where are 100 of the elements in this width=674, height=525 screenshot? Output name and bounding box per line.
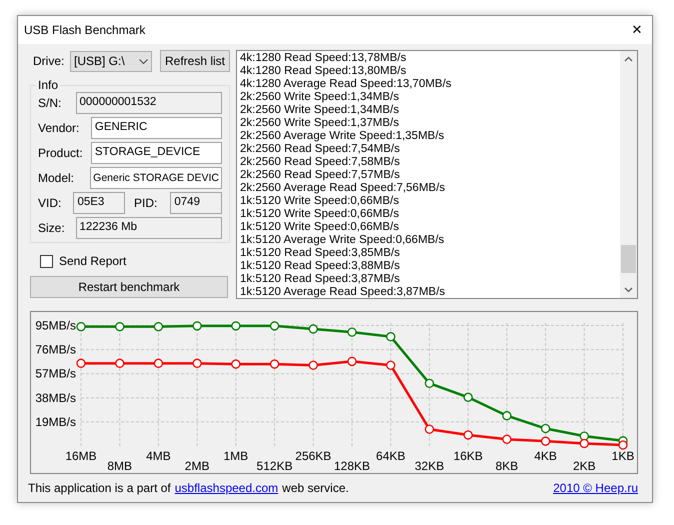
data-point [308, 324, 318, 334]
data-point [618, 440, 628, 450]
x-axis-label: 16MB [65, 449, 97, 463]
data-point [154, 358, 164, 368]
x-axis-label: 2KB [572, 459, 596, 473]
field-label: Model: [38, 170, 76, 187]
data-point [192, 321, 202, 331]
log-line: 2k:2560 Average Write Speed:1,35MB/s [240, 130, 444, 143]
x-axis-label: 16KB [453, 449, 483, 463]
website-link[interactable]: usbflashspeed.com [174, 479, 278, 497]
checkbox-label: Send Report [59, 253, 126, 270]
window-title: USB Flash Benchmark [23, 22, 146, 39]
data-point [76, 322, 86, 332]
data-point [231, 321, 240, 331]
restart-button[interactable]: Restart benchmark [30, 276, 228, 298]
field-label: VID: [38, 195, 62, 212]
log-line: 1k:5120 Average Write Speed:0,66MB/s [240, 234, 444, 247]
data-point [270, 359, 280, 369]
field-label: S/N: [38, 95, 62, 112]
data-point [424, 378, 434, 388]
data-point [580, 431, 589, 441]
data-point [270, 321, 280, 331]
data-point [308, 360, 318, 370]
x-axis-label: 4KB [534, 449, 557, 463]
scrollbar-thumb[interactable] [621, 244, 636, 272]
text-field[interactable]: STORAGE_DEVICE [90, 142, 222, 164]
field-label: Vendor: [38, 120, 80, 137]
log-line: 1k:5120 Read Speed:3,88MB/s [240, 260, 400, 273]
log-line: 2k:2560 Write Speed:1,37MB/s [240, 117, 399, 130]
text-field[interactable]: 0749 [170, 192, 222, 214]
log-line: 4k:1280 Read Speed:13,80MB/s [240, 65, 406, 78]
text-field[interactable]: 000000001532 [76, 92, 222, 114]
data-point [115, 322, 124, 332]
data-point [464, 430, 473, 440]
log-line: 1k:5120 Write Speed:0,66MB/s [240, 208, 399, 221]
y-axis-label: 38MB/s [35, 390, 76, 405]
drive-label: Drive: [32, 53, 66, 70]
checkbox[interactable] [40, 254, 53, 268]
scrollbar[interactable] [620, 51, 637, 298]
footer-text: web service. [282, 480, 349, 497]
x-axis-label: 256KB [295, 449, 332, 463]
x-axis-label: 128KB [334, 459, 370, 473]
log-line: 2k:2560 Read Speed:7,58MB/s [240, 156, 400, 169]
text-field[interactable]: 122236 Mb [76, 217, 222, 239]
log-line: 2k:2560 Write Speed:1,34MB/s [240, 104, 399, 117]
log-line: 2k:2560 Read Speed:7,57MB/s [240, 169, 400, 182]
log-line: 1k:5120 Read Speed:3,85MB/s [240, 247, 400, 260]
x-axis-label: 4MB [146, 449, 171, 463]
data-point [192, 358, 202, 368]
log-line: 4k:1280 Average Read Speed:13,70MB/s [240, 78, 452, 91]
data-point [386, 332, 396, 342]
data-point [154, 322, 164, 332]
data-point [386, 360, 396, 370]
field-label: PID: [134, 195, 158, 212]
text-field[interactable]: 05E3 [73, 192, 126, 214]
log-list[interactable] [236, 50, 638, 299]
log-line: 4k:1280 Read Speed:13,78MB/s [240, 52, 406, 65]
chevron-down-icon [139, 58, 148, 64]
x-axis-label: 8MB [107, 459, 132, 473]
data-point [464, 392, 473, 402]
data-point [424, 424, 434, 434]
log-line: 2k:2560 Average Read Speed:7,56MB/s [240, 182, 446, 195]
x-axis-label: 64KB [376, 449, 406, 463]
log-line: 1k:5120 Average Read Speed:3,87MB/s [240, 286, 446, 298]
data-point [347, 327, 357, 337]
y-axis-label: 19MB/s [35, 414, 76, 429]
footer-text: This application is a part of [28, 480, 171, 497]
data-point [502, 411, 512, 420]
x-axis-label: 512KB [256, 459, 293, 473]
group-title: Info [36, 78, 60, 92]
data-point [231, 359, 240, 369]
y-axis-label: 95MB/s [35, 318, 76, 333]
data-point [540, 424, 550, 434]
x-axis-label: 1MB [224, 449, 248, 463]
x-axis-label: 32KB [414, 459, 444, 473]
log-line: 2k:2560 Read Speed:7,54MB/s [240, 143, 400, 156]
refresh-button[interactable]: Refresh list [160, 50, 230, 72]
data-point [76, 358, 86, 368]
x-axis-label: 8KB [496, 459, 518, 473]
text-field[interactable]: Generic STORAGE DEVIC [90, 167, 222, 189]
data-point [540, 436, 550, 446]
log-line: 2k:2560 Write Speed:1,34MB/s [240, 91, 399, 104]
credit-link[interactable]: 2010 © Heep.ru [553, 479, 638, 497]
log-line: 1k:5120 Write Speed:0,66MB/s [240, 195, 399, 208]
x-axis-label: 2MB [184, 459, 210, 473]
log-line: 1k:5120 Read Speed:3,87MB/s [240, 273, 400, 286]
field-label: Size: [38, 220, 66, 237]
data-point [115, 358, 124, 368]
y-axis-label: 57MB/s [35, 366, 76, 381]
text-field[interactable]: GENERIC [90, 117, 222, 139]
data-point [502, 434, 512, 444]
field-label: Product: [38, 145, 84, 162]
close-button[interactable]: ✕ [622, 16, 652, 44]
drive-dropdown[interactable]: [USB] G:\ [70, 50, 152, 72]
x-axis-label: 1KB [612, 449, 634, 463]
data-point [347, 356, 357, 366]
y-axis-label: 76MB/s [35, 342, 76, 357]
log-line: 1k:5120 Write Speed:0,66MB/s [240, 221, 399, 234]
data-point [580, 438, 589, 448]
dropdown-value: [USB] G:\ [74, 53, 125, 70]
